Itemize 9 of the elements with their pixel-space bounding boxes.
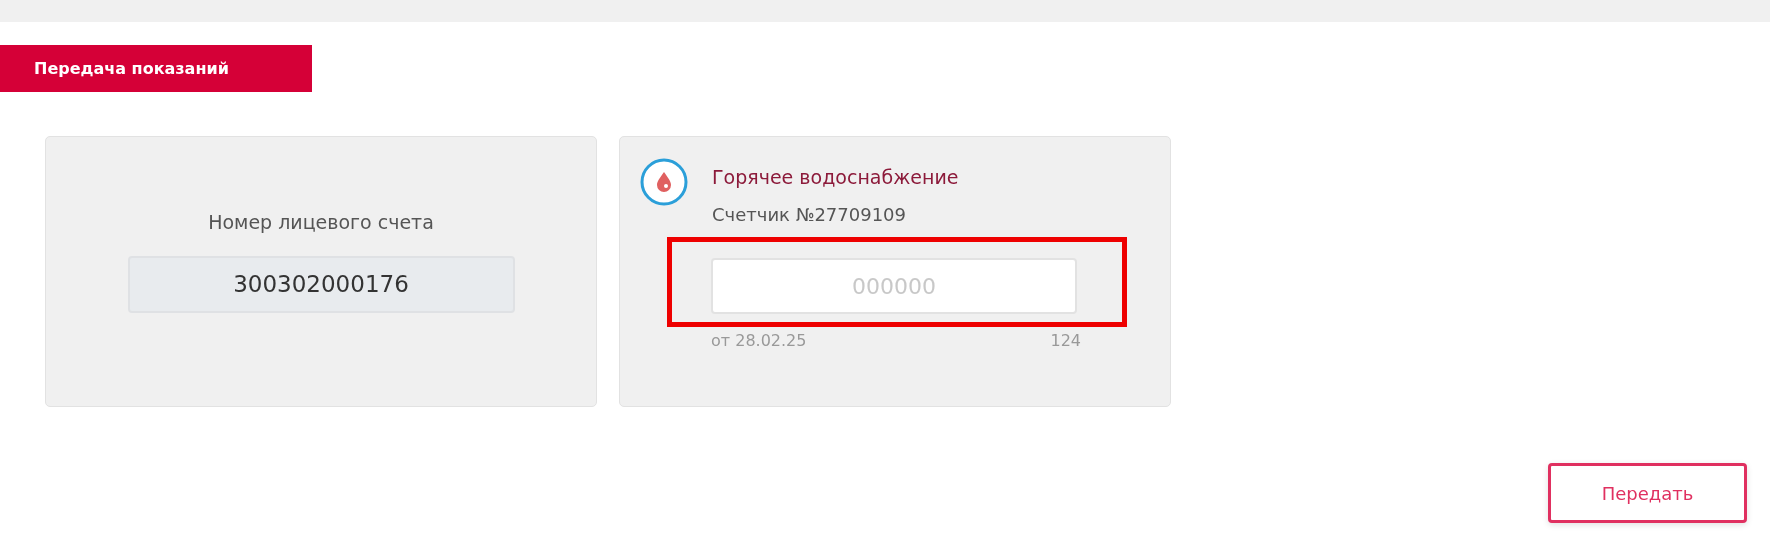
account-number-field: 300302000176 bbox=[127, 256, 515, 313]
water-drop-icon bbox=[640, 158, 688, 206]
previous-reading: 124 bbox=[1050, 331, 1081, 350]
submit-button[interactable]: Передать bbox=[1548, 463, 1747, 523]
meter-number: Счетчик №27709109 bbox=[712, 204, 908, 225]
section-header: Передача показаний bbox=[0, 45, 312, 92]
service-title: Горячее водоснабжение bbox=[712, 166, 959, 188]
reading-date: от 28.02.25 bbox=[711, 331, 807, 350]
account-label: Номер лицевого счета bbox=[208, 211, 434, 233]
